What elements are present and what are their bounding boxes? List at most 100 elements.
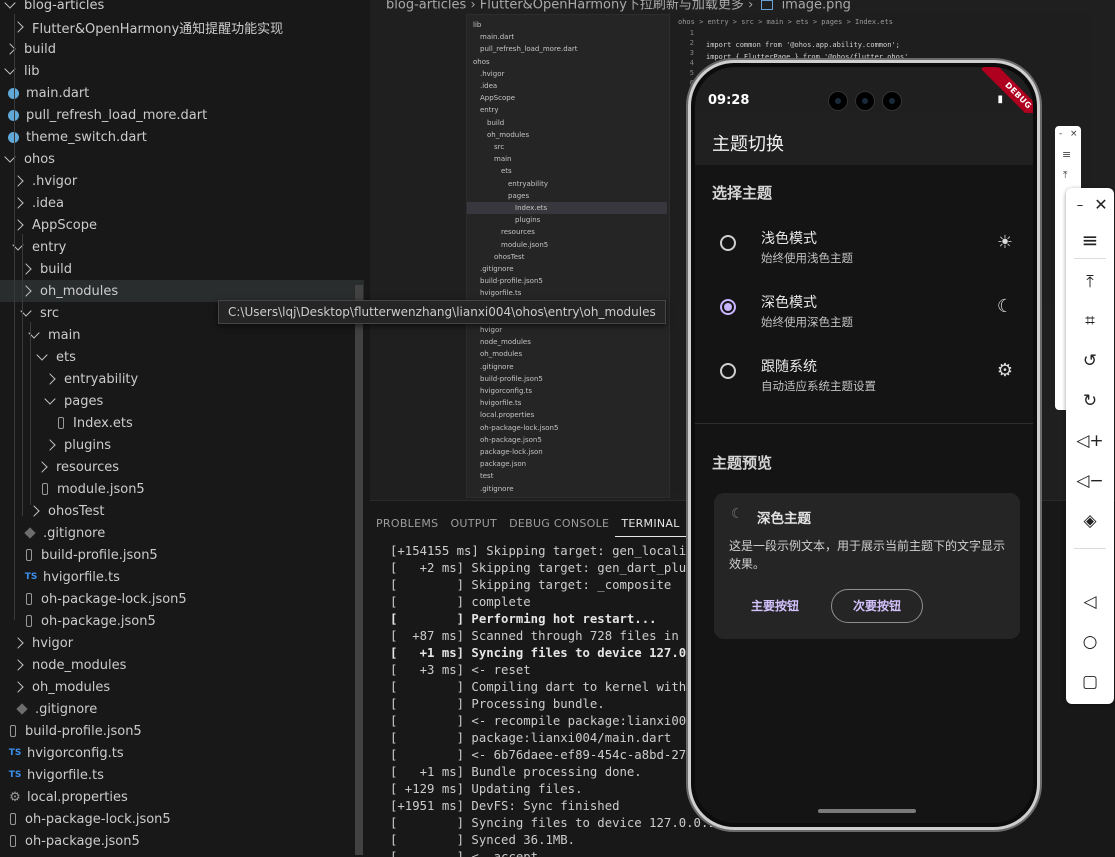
radio-button[interactable] [720,363,736,379]
explorer-item[interactable]: entry [0,236,364,258]
rotate-left-icon[interactable]: ↺ [1066,351,1114,371]
explorer-item[interactable]: .gitignore [0,522,364,544]
primary-button[interactable]: 主要按钮 [729,589,821,623]
explorer-item[interactable]: Index.ets [0,412,364,434]
explorer-item-label: hvigorfile.ts [43,569,120,585]
terminal-line: [ +3 ms] <- reset [390,663,531,677]
menu-icon[interactable]: ≡ [1062,148,1071,161]
preview-line-number: 3 [689,49,694,57]
explorer-item[interactable]: TS hvigorfile.ts [0,764,364,786]
preview-tree-item: main [494,155,512,164]
preview-tree-item: package.json [480,460,527,469]
explorer-item[interactable]: theme_switch.dart [0,126,364,148]
recents-icon[interactable]: ▢ [1066,672,1114,692]
breadcrumb-root[interactable]: blog-articles [386,0,466,13]
close-icon[interactable]: × [1070,129,1078,139]
pin-top-icon[interactable]: ⤒ [1066,272,1114,292]
secondary-button[interactable]: 次要按钮 [831,589,923,623]
explorer-item[interactable]: oh-package-lock.json5 [0,588,364,610]
explorer-item[interactable]: pages [0,390,364,412]
rotate-right-icon[interactable]: ↻ [1066,391,1114,411]
terminal-output[interactable]: [+154155 ms] Skipping target: gen_locali… [390,543,731,857]
preview-tree-item: oh_modules [480,350,523,359]
home-icon[interactable]: ○ [1066,632,1114,652]
explorer-item[interactable]: pull_refresh_load_more.dart [0,104,364,126]
explorer-item[interactable]: .hvigor [0,170,364,192]
explorer-item[interactable]: plugins [0,434,364,456]
preview-tree-item: oh-package-lock.json5 [480,423,559,432]
explorer-item-label: oh-package-lock.json5 [25,811,171,827]
explorer-item-label: entryability [64,371,139,387]
explorer-item[interactable]: oh_modules [0,676,364,698]
explorer-item[interactable]: ohosTest [0,500,364,522]
explorer-item[interactable]: entryability [0,368,364,390]
preview-tree-item: ohos [473,57,490,66]
shake-icon[interactable]: ◈ [1066,511,1114,531]
explorer-item[interactable]: ets [0,346,364,368]
crop-icon[interactable]: ⌗ [1066,311,1114,331]
preview-explorer-thumbnail: lib main.dart pull_refresh_load_more.dart o… [466,14,670,498]
screen-root: blog-articles Flutter&OpenHarmony通知提醒功能实现… [0,0,1115,857]
explorer-item[interactable]: build-profile.json5 [0,720,364,742]
theme-option[interactable]: 深色模式 始终使用深色主题 ☾ [695,279,1033,343]
back-icon[interactable]: ◁ [1066,592,1114,612]
radio-button[interactable] [720,235,736,251]
explorer-item[interactable]: oh_modules [0,280,364,302]
panel-tab[interactable]: TERMINAL [615,513,686,537]
breadcrumb-file[interactable]: image.png [782,0,851,13]
explorer-item[interactable]: resources [0,456,364,478]
minimize-icon[interactable]: - [1059,129,1062,139]
explorer-item[interactable]: oh-package.json5 [0,610,364,632]
theme-option[interactable]: 浅色模式 始终使用浅色主题 ☀ [695,215,1033,279]
explorer-item[interactable]: main.dart [0,82,364,104]
preview-tree-item: Index.ets [467,202,667,214]
volume-up-icon[interactable]: ◁+ [1066,431,1114,451]
explorer-item[interactable]: oh-package.json5 [0,830,364,852]
explorer-item[interactable]: ⚙ local.properties [0,786,364,808]
status-bar: 09:28 ▮ DEBUG [695,67,1033,133]
panel-tab[interactable]: DEBUG CONSOLE [503,513,615,537]
git-file-icon [16,703,28,715]
explorer-item[interactable]: node_modules [0,654,364,676]
json-file-icon [10,813,16,825]
explorer-item[interactable]: build [0,38,364,60]
explorer-item[interactable]: build [0,258,364,280]
panel-tab[interactable]: OUTPUT [444,513,503,537]
preview-line-number: 5 [689,69,694,77]
terminal-line: [ ] package:lianxi004/main.dart [390,731,672,745]
json-file-icon [26,615,32,627]
preview-card-title: 深色主题 [757,511,811,527]
volume-down-icon[interactable]: ◁− [1066,471,1114,491]
explorer-item-label: pages [64,393,104,409]
close-icon[interactable]: ✕ [1077,195,1115,215]
home-indicator[interactable] [818,809,916,813]
emulator-toolbar: – ✕ ≡ ⤒ ⌗ ↺ ↻ ◁+ ◁− ◈ ◁ ○ ▢ [1066,188,1114,704]
explorer-item[interactable]: oh-package-lock.json5 [0,808,364,830]
chevron-right-icon [44,439,56,451]
explorer-item[interactable]: build-profile.json5 [0,544,364,566]
explorer-item[interactable]: main [0,324,364,346]
explorer-item[interactable]: TS hvigorfile.ts [0,566,364,588]
panel-tab[interactable]: PROBLEMS [370,513,444,537]
explorer-item[interactable]: .idea [0,192,364,214]
preview-tree-item: entry [480,106,499,115]
explorer-item[interactable]: TS hvigorconfig.ts [0,742,364,764]
explorer-item[interactable]: ohos [0,148,364,170]
explorer-item[interactable]: Flutter&OpenHarmony通知提醒功能实现 [0,16,364,38]
camera-icon [828,91,848,111]
explorer-scrollbar[interactable] [355,285,363,855]
pin-top-icon[interactable]: ⤒ [1063,170,1067,181]
breadcrumb-folder[interactable]: Flutter&OpenHarmony下拉刷新与加载更多 [480,0,744,13]
radio-button[interactable] [720,299,736,315]
explorer-item[interactable]: blog-articles [0,0,364,16]
menu-icon[interactable]: ≡ [1066,230,1114,250]
explorer-item-label: entry [32,239,67,255]
explorer-item[interactable]: module.json5 [0,478,364,500]
explorer-item[interactable]: lib [0,60,364,82]
explorer-item[interactable]: .gitignore [0,698,364,720]
image-file-icon [761,0,774,10]
explorer-item[interactable]: AppScope [0,214,364,236]
preview-tree-item: hvigorfile.ts [480,399,522,408]
theme-option[interactable]: 跟随系统 自动适应系统主题设置 ⚙ [695,343,1033,407]
explorer-item[interactable]: hvigor [0,632,364,654]
